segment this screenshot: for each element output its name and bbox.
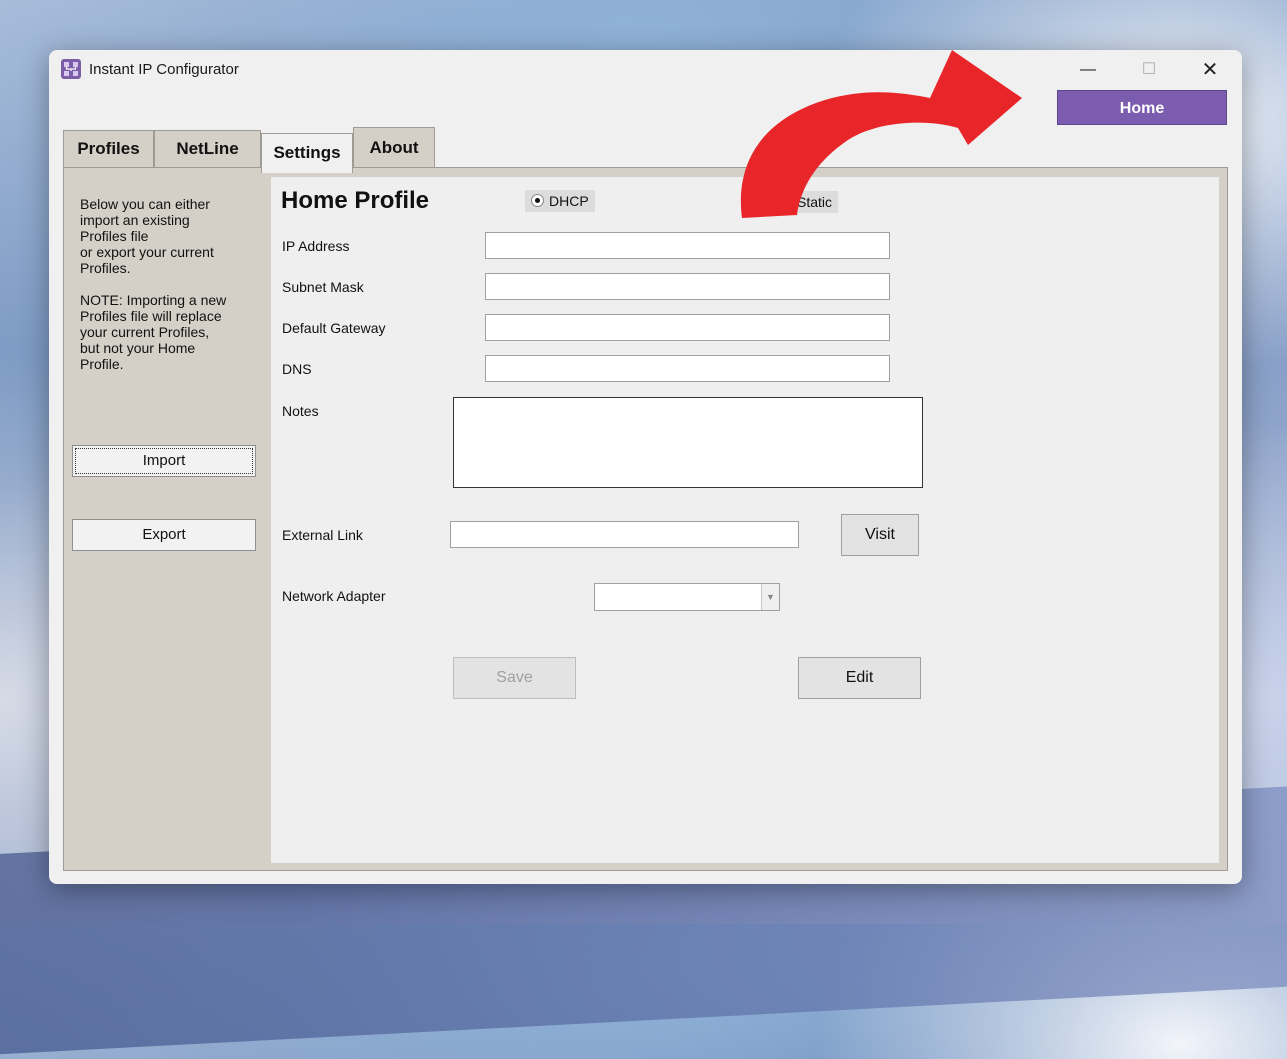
tab-netline[interactable]: NetLine <box>154 130 261 168</box>
visit-button[interactable]: Visit <box>841 514 919 556</box>
default-gateway-input[interactable] <box>485 314 890 341</box>
app-icon <box>61 59 81 79</box>
ip-address-label: IP Address <box>282 238 350 254</box>
window-title: Instant IP Configurator <box>89 61 239 78</box>
tab-settings[interactable]: Settings <box>261 133 353 173</box>
maximize-button[interactable]: ☐ <box>1126 50 1172 90</box>
edit-button[interactable]: Edit <box>798 657 921 699</box>
title-bar: Instant IP Configurator — ☐ ✕ <box>49 50 1242 90</box>
notes-textarea[interactable] <box>453 397 923 488</box>
import-button[interactable]: Import <box>72 445 256 477</box>
ip-address-input[interactable] <box>485 232 890 259</box>
home-profile-form: Home Profile DHCP Static IP Address Subn… <box>271 177 1219 863</box>
dns-label: DNS <box>282 361 312 377</box>
radio-unselected-icon <box>779 195 792 208</box>
page-title: Home Profile <box>281 187 430 214</box>
save-button[interactable]: Save <box>453 657 576 699</box>
subnet-mask-input[interactable] <box>485 273 890 300</box>
notes-label: Notes <box>282 403 319 419</box>
home-button[interactable]: Home <box>1057 90 1227 125</box>
network-adapter-select[interactable]: ▼ <box>594 583 780 611</box>
dhcp-radio-label: DHCP <box>549 193 589 209</box>
minimize-button[interactable]: — <box>1065 50 1111 90</box>
close-icon: ✕ <box>1201 59 1219 81</box>
static-radio-label: Static <box>797 194 833 210</box>
dns-input[interactable] <box>485 355 890 382</box>
external-link-input[interactable] <box>450 521 799 548</box>
export-button[interactable]: Export <box>72 519 256 551</box>
network-adapter-label: Network Adapter <box>282 588 386 604</box>
tab-about[interactable]: About <box>353 127 435 168</box>
tab-profiles[interactable]: Profiles <box>63 130 154 168</box>
dhcp-radio[interactable]: DHCP <box>525 190 595 212</box>
close-button[interactable]: ✕ <box>1187 50 1233 90</box>
maximize-icon: ☐ <box>1141 61 1157 78</box>
settings-description: Below you can either import an existing … <box>80 196 227 372</box>
radio-selected-icon <box>531 194 544 207</box>
default-gateway-label: Default Gateway <box>282 320 386 336</box>
static-radio[interactable]: Static <box>773 191 839 213</box>
app-window: Instant IP Configurator — ☐ ✕ Home Profi… <box>49 50 1242 884</box>
subnet-mask-label: Subnet Mask <box>282 279 364 295</box>
external-link-label: External Link <box>282 527 363 543</box>
settings-tab-panel: Below you can either import an existing … <box>63 167 1228 871</box>
chevron-down-icon[interactable]: ▼ <box>761 584 779 610</box>
minimize-icon: — <box>1080 61 1096 78</box>
